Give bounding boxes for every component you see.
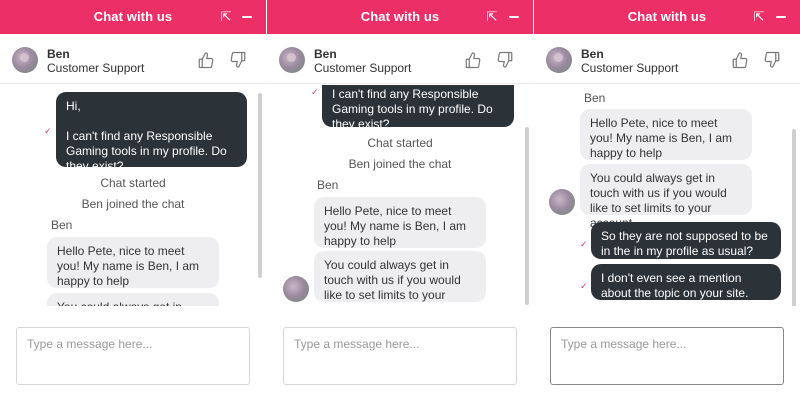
- minimize-button[interactable]: [774, 10, 788, 24]
- scrollbar-thumb[interactable]: [525, 127, 529, 305]
- thumbs-up-icon[interactable]: [731, 51, 749, 69]
- system-message: Ben joined the chat: [348, 157, 452, 171]
- agent-message: Hello Pete, nice to meet you! My name is…: [580, 109, 752, 160]
- agent-role: Customer Support: [47, 61, 145, 75]
- agent-avatar: [12, 47, 38, 73]
- chat-widget-panel-2: Chat with us ⇱ Ben Customer Support ✓ I …: [267, 0, 533, 400]
- user-message: So they are not supposed to be in the in…: [591, 222, 781, 259]
- agent-name: Ben: [314, 47, 337, 61]
- user-message: I can't find any Responsible Gaming tool…: [322, 85, 514, 131]
- thumbs-up-icon[interactable]: [197, 51, 215, 69]
- agent-role: Customer Support: [581, 61, 679, 75]
- message-list[interactable]: ✓ Hi, I can't find any Responsible Gamin…: [0, 85, 266, 306]
- thumbs-down-icon[interactable]: [763, 51, 781, 69]
- message-input[interactable]: [550, 327, 784, 385]
- agent-avatar-small: [283, 276, 309, 302]
- message-input[interactable]: [283, 327, 517, 385]
- system-message: Ben joined the chat: [81, 197, 185, 211]
- thumbs-down-icon[interactable]: [496, 51, 514, 69]
- user-message: Hi, I can't find any Responsible Gaming …: [56, 92, 247, 173]
- agent-avatar-small: [549, 189, 575, 215]
- expand-button[interactable]: ⇱: [485, 10, 499, 24]
- scrollbar[interactable]: [525, 89, 529, 305]
- scrollbar[interactable]: [258, 89, 262, 302]
- message-list[interactable]: ✓ I can't find any Responsible Gaming to…: [267, 85, 533, 306]
- user-message: I don't even see a mention about the top…: [591, 264, 781, 300]
- expand-button[interactable]: ⇱: [219, 10, 233, 24]
- agent-header: Ben Customer Support: [267, 34, 533, 84]
- thumbs-down-icon[interactable]: [229, 51, 247, 69]
- agent-message: Hello Pete, nice to meet you! My name is…: [314, 197, 486, 248]
- title-bar: Chat with us ⇱: [534, 0, 800, 34]
- agent-message: You could always get in touch with us if…: [314, 251, 486, 306]
- agent-avatar: [546, 47, 572, 73]
- system-message: Chat started: [100, 176, 166, 190]
- thumbs-up-icon[interactable]: [464, 51, 482, 69]
- agent-message: You could always get in touch with us if…: [580, 164, 752, 230]
- scrollbar-thumb[interactable]: [792, 129, 796, 306]
- agent-header: Ben Customer Support: [534, 34, 800, 84]
- agent-avatar: [279, 47, 305, 73]
- chat-widget-panel-1: Chat with us ⇱ Ben Customer Support ✓ Hi…: [0, 0, 266, 400]
- title-bar: Chat with us ⇱: [0, 0, 266, 34]
- scrollbar[interactable]: [792, 89, 796, 306]
- agent-role: Customer Support: [314, 61, 412, 75]
- minimize-icon: [509, 16, 519, 18]
- sent-check-icon: ✓: [311, 87, 319, 97]
- minimize-button[interactable]: [240, 10, 254, 24]
- minimize-icon: [776, 16, 786, 18]
- expand-button[interactable]: ⇱: [752, 10, 766, 24]
- sent-check-icon: ✓: [580, 239, 588, 249]
- title-bar: Chat with us ⇱: [267, 0, 533, 34]
- sent-check-icon: ✓: [44, 126, 52, 136]
- sender-label: Ben: [51, 218, 73, 232]
- agent-message: Hello Pete, nice to meet you! My name is…: [47, 237, 219, 288]
- minimize-icon: [242, 16, 252, 18]
- scrollbar-thumb[interactable]: [258, 93, 262, 278]
- system-message: Chat started: [367, 136, 433, 150]
- sender-label: Ben: [584, 91, 606, 105]
- minimize-button[interactable]: [507, 10, 521, 24]
- agent-header: Ben Customer Support: [0, 34, 266, 84]
- agent-name: Ben: [581, 47, 604, 61]
- message-input[interactable]: [16, 327, 250, 385]
- message-list[interactable]: Ben Hello Pete, nice to meet you! My nam…: [534, 85, 800, 306]
- chat-widget-panel-3: Chat with us ⇱ Ben Customer Support Ben …: [534, 0, 800, 400]
- sender-label: Ben: [317, 178, 339, 192]
- agent-name: Ben: [47, 47, 70, 61]
- sent-check-icon: ✓: [580, 281, 588, 291]
- agent-message: You could always get in touch: [47, 293, 219, 306]
